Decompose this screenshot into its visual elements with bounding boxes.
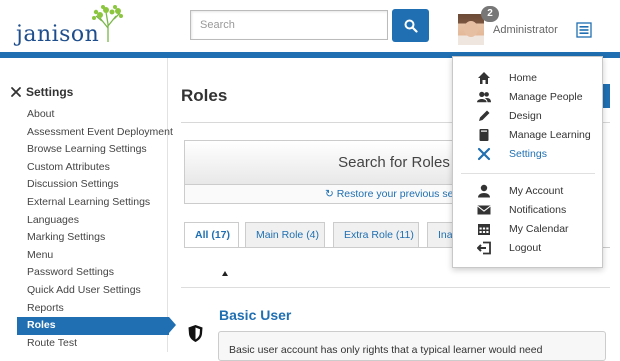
search-button[interactable] [392, 9, 429, 42]
notification-count-badge[interactable]: 2 [481, 6, 499, 22]
janison-logo[interactable]: janison [16, 22, 99, 47]
menu-item-design[interactable]: Design [453, 107, 602, 125]
sidebar-item-browse-learning-settings[interactable]: Browse Learning Settings [17, 141, 169, 159]
search-icon [404, 19, 418, 33]
refresh-icon: ↻ [325, 188, 337, 200]
sidebar-list: About Assessment Event Deployment Browse… [17, 106, 176, 353]
menu-item-label: My Calendar [509, 223, 569, 235]
user-name[interactable]: Administrator [493, 24, 558, 36]
sidebar-item-external-learning-settings[interactable]: External Learning Settings [17, 194, 169, 212]
calendar-icon [478, 224, 490, 235]
sidebar-item-languages[interactable]: Languages [17, 212, 169, 230]
menu-item-label: Manage Learning [509, 129, 591, 141]
settings-sidebar: Settings About Assessment Event Deployme… [0, 58, 176, 353]
menu-item-label: Design [509, 110, 542, 122]
role-description: Basic user account has only rights that … [218, 331, 606, 361]
menu-item-home[interactable]: Home [453, 69, 602, 87]
tools-icon [477, 147, 491, 161]
page-title: Roles [181, 86, 228, 105]
sidebar-title: Settings [10, 85, 73, 99]
menu-item-label: Manage People [509, 91, 583, 103]
pencil-icon [479, 110, 490, 121]
sidebar-item-route-test[interactable]: Route Test [17, 335, 169, 353]
menu-item-logout[interactable]: Logout [453, 239, 602, 257]
menu-item-label: Home [509, 72, 538, 84]
sidebar-item-menu[interactable]: Menu [17, 247, 169, 265]
user-avatar[interactable] [458, 14, 484, 45]
home-icon [478, 72, 490, 84]
menu-item-manage-people[interactable]: Manage People [453, 88, 602, 106]
menu-item-label: My Account [509, 185, 564, 197]
user-icon [478, 184, 490, 198]
logout-icon [477, 241, 491, 255]
list-header-divider [181, 287, 610, 288]
menu-item-label: Logout [509, 242, 542, 254]
envelope-icon [477, 205, 491, 215]
menu-item-label: Settings [509, 148, 547, 160]
sidebar-item-roles[interactable]: Roles [17, 317, 176, 335]
search-panel-title[interactable]: Search for Roles [185, 141, 473, 185]
tab-extra-role[interactable]: Extra Role (11) [333, 222, 419, 248]
tools-icon [11, 87, 21, 97]
sidebar-item-custom-attributes[interactable]: Custom Attributes [17, 159, 169, 177]
sidebar-item-reports[interactable]: Reports [17, 300, 169, 318]
shield-icon [188, 325, 203, 342]
menu-divider [461, 173, 595, 174]
menu-item-settings[interactable]: Settings [453, 145, 602, 163]
user-menu-dropdown: Home Manage People Design Manage Learnin… [452, 56, 603, 268]
search-field[interactable] [190, 10, 388, 40]
menu-item-manage-learning[interactable]: Manage Learning [453, 126, 602, 144]
sidebar-item-quick-add-user-settings[interactable]: Quick Add User Settings [17, 282, 169, 300]
sidebar-item-assessment-event-deployment[interactable]: Assessment Event Deployment [17, 124, 173, 142]
menu-item-my-account[interactable]: My Account [453, 182, 602, 200]
menu-item-notifications[interactable]: Notifications [453, 201, 602, 219]
restore-link-label: Restore your previous sea [336, 188, 460, 200]
tab-main-role[interactable]: Main Role (4) [245, 222, 325, 248]
sidebar-item-about[interactable]: About [17, 106, 169, 124]
menu-item-label: Notifications [509, 204, 567, 216]
sort-caret-up-icon[interactable] [222, 271, 228, 276]
tab-all[interactable]: All (17) [184, 222, 239, 248]
sidebar-item-discussion-settings[interactable]: Discussion Settings [17, 176, 169, 194]
tree-logo-icon [92, 5, 123, 42]
sidebar-title-label: Settings [26, 85, 74, 99]
people-icon [477, 91, 491, 103]
book-icon [479, 129, 489, 141]
menu-item-my-calendar[interactable]: My Calendar [453, 220, 602, 238]
role-search-panel: Search for Roles ↻ Restore your previous… [184, 140, 474, 204]
role-name-link[interactable]: Basic User [219, 307, 291, 323]
restore-previous-search-link[interactable]: ↻ Restore your previous sea [185, 185, 473, 204]
search-input[interactable] [191, 11, 387, 39]
sidebar-item-password-settings[interactable]: Password Settings [17, 264, 169, 282]
hamburger-menu-icon[interactable] [576, 22, 592, 38]
top-header: janison 2 Administrator [0, 0, 620, 52]
sidebar-item-marking-settings[interactable]: Marking Settings [17, 229, 169, 247]
